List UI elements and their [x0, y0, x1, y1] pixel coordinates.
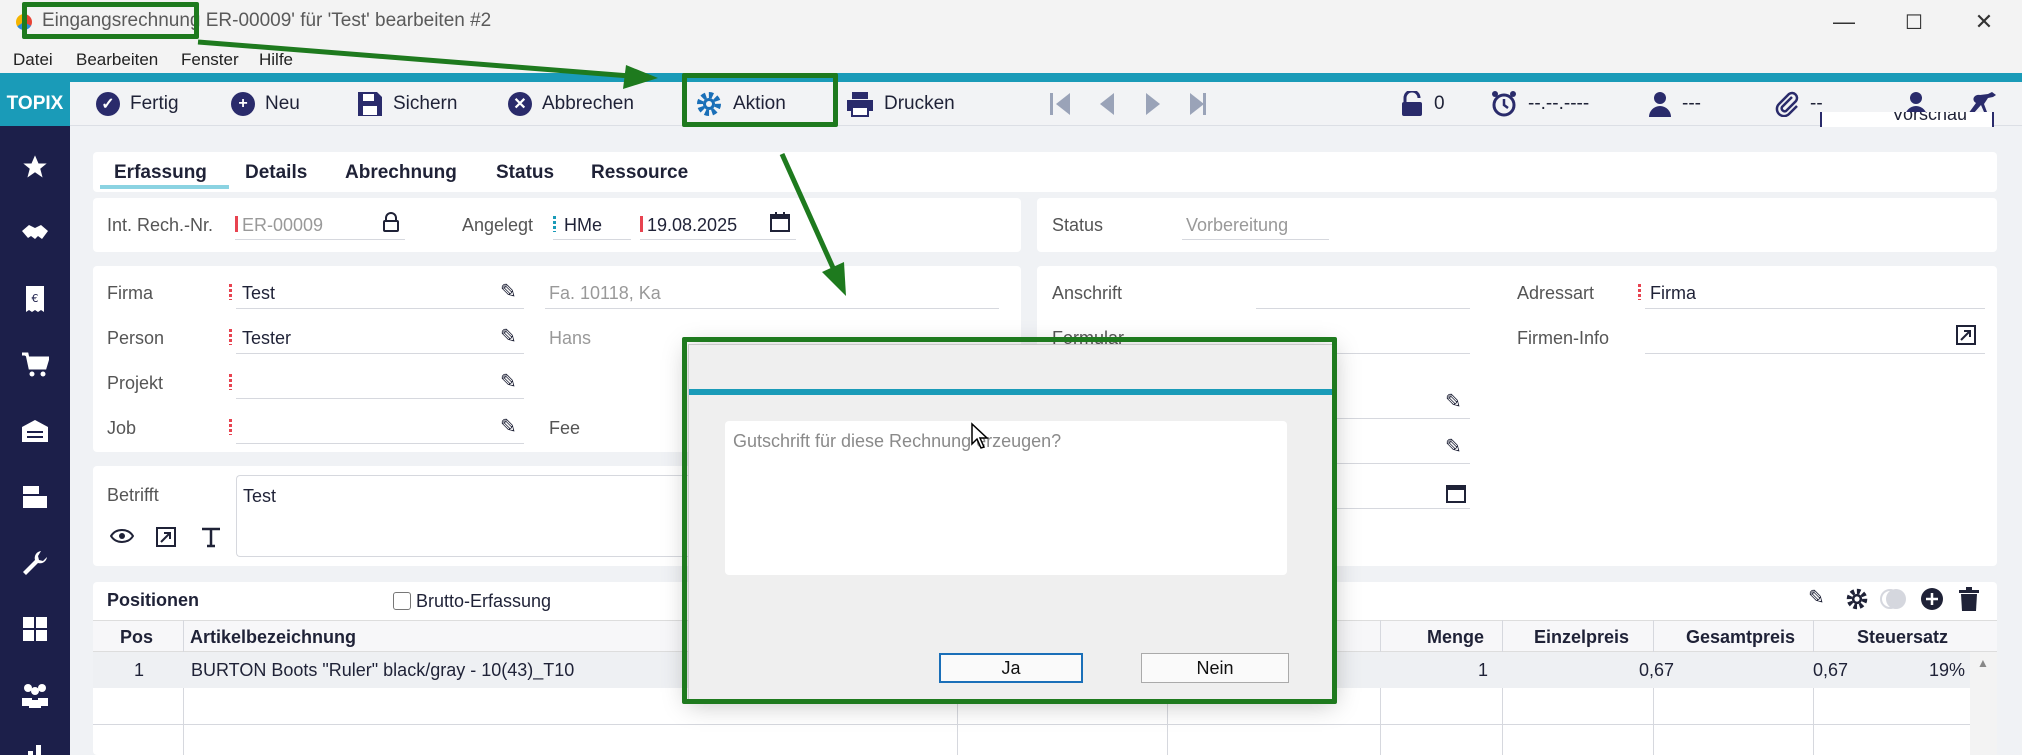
annotation-arrows	[197, 39, 846, 296]
